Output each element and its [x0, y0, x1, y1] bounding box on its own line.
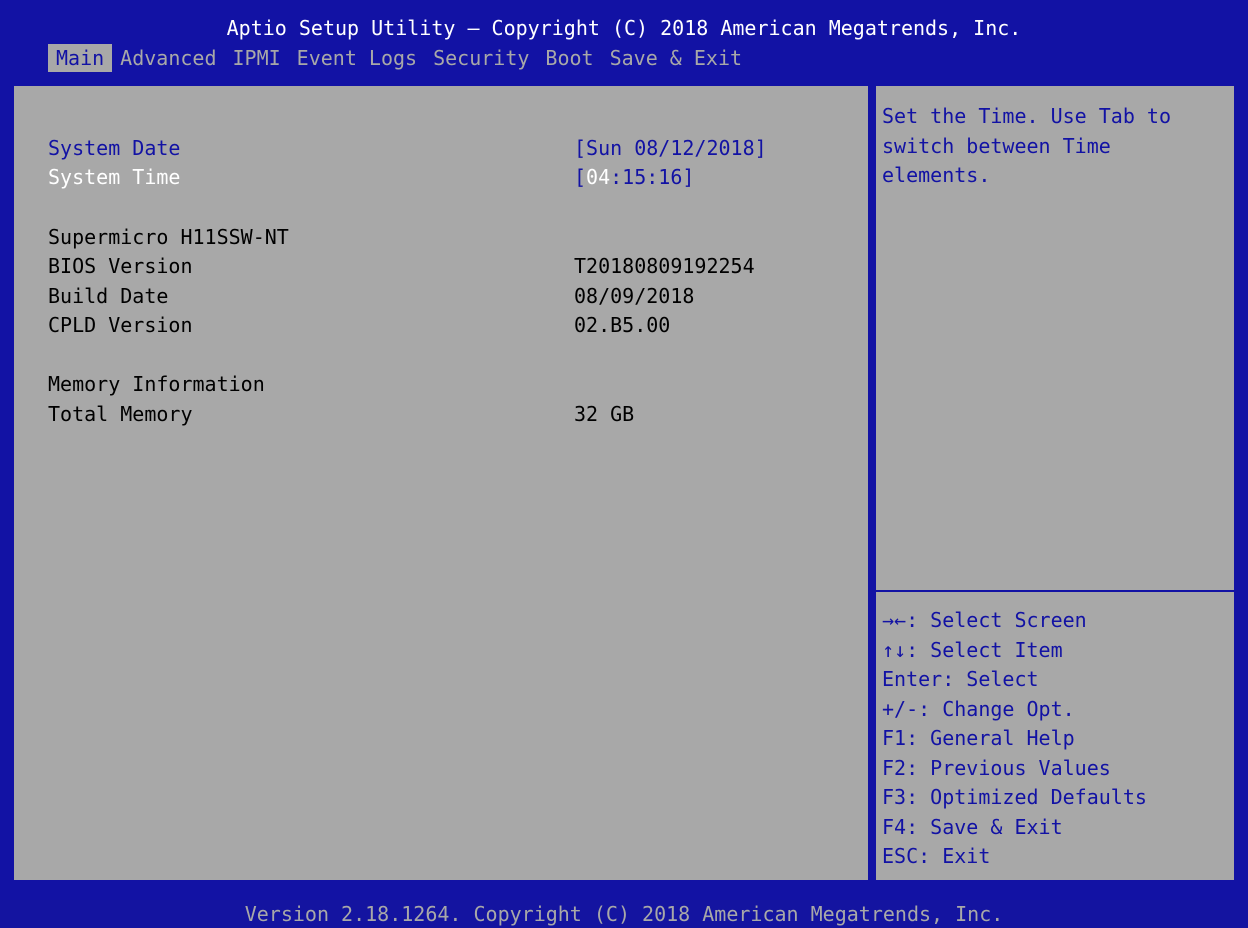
system-time-value[interactable]: [04:15:16] — [574, 163, 694, 193]
help-line: switch between Time — [882, 133, 1111, 158]
key-save-exit: F4: Save & Exit — [882, 814, 1063, 839]
system-date-label[interactable]: System Date — [48, 134, 180, 164]
help-line: Set the Time. Use Tab to — [882, 104, 1171, 128]
tab-security[interactable]: Security — [425, 44, 537, 74]
key-previous-values: F2: Previous Values — [882, 755, 1111, 780]
total-memory-value: 32 GB — [574, 402, 635, 426]
bios-version-label: BIOS Version — [48, 254, 193, 278]
help-divider — [876, 590, 1234, 592]
title-bar: Aptio Setup Utility – Copyright (C) 2018… — [0, 0, 1248, 74]
system-date-value[interactable]: [Sun 08/12/2018] — [574, 134, 767, 164]
footer-bar: Version 2.18.1264. Copyright (C) 2018 Am… — [0, 900, 1248, 928]
bios-version-value: T20180809192254 — [574, 254, 755, 278]
system-time-open-bracket: [ — [574, 165, 587, 189]
system-time-hour-field[interactable]: 04 — [586, 165, 610, 189]
cpld-version-value: 02.B5.00 — [574, 313, 671, 337]
tab-bar: Main Advanced IPMI Event Logs Security B… — [48, 44, 750, 74]
key-esc-exit: ESC: Exit — [882, 844, 991, 868]
key-enter-select: Enter: Select — [882, 667, 1039, 691]
key-select-item: ↑↓: Select Item — [882, 637, 1063, 662]
main-panel: System Date [Sun 08/12/2018] System Time… — [12, 84, 870, 882]
window-title: Aptio Setup Utility – Copyright (C) 2018… — [226, 16, 1022, 40]
tab-event-logs[interactable]: Event Logs — [289, 44, 425, 74]
help-description: Set the Time. Use Tab to switch between … — [882, 102, 1222, 191]
tab-main[interactable]: Main — [48, 44, 113, 74]
tab-advanced[interactable]: Advanced — [112, 44, 224, 74]
key-select-screen: →←: Select Screen — [882, 608, 1087, 632]
key-optimized-defaults: F3: Optimized Defaults — [882, 785, 1147, 809]
system-time-rest: :15:16] — [610, 165, 695, 189]
help-panel: Set the Time. Use Tab to switch between … — [874, 84, 1236, 882]
build-date-value: 08/09/2018 — [574, 284, 695, 308]
system-time-label[interactable]: System Time — [48, 163, 180, 193]
total-memory-label: Total Memory — [48, 402, 193, 426]
tab-ipmi[interactable]: IPMI — [225, 44, 289, 74]
key-general-help: F1: General Help — [882, 726, 1075, 750]
tab-boot[interactable]: Boot — [537, 44, 601, 74]
tab-save-exit[interactable]: Save & Exit — [602, 44, 750, 74]
memory-info-label: Memory Information — [48, 372, 265, 396]
cpld-version-label: CPLD Version — [48, 313, 193, 337]
board-name: Supermicro H11SSW-NT — [48, 225, 289, 249]
footer-version: Version 2.18.1264. Copyright (C) 2018 Am… — [244, 902, 1004, 926]
key-change-opt: +/-: Change Opt. — [882, 696, 1075, 721]
key-legend: →←: Select Screen ↑↓: Select Item Enter:… — [882, 606, 1147, 872]
help-line: elements. — [882, 163, 991, 187]
build-date-label: Build Date — [48, 284, 169, 308]
